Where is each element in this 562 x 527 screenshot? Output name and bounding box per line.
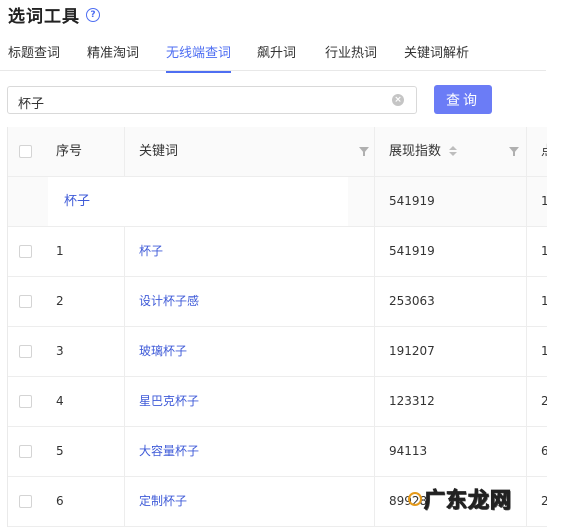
row-impressions: 541919 [374, 227, 526, 276]
tab-industry-hot[interactable]: 行业热词 [325, 42, 377, 61]
table-header-row: 序号 关键词 展现指数 点 [8, 127, 547, 177]
row-keyword-cell: 大容量杯子 [124, 427, 374, 476]
row-keyword-link[interactable]: 星巴克杯子 [139, 394, 199, 408]
row-checkbox-cell [8, 377, 48, 426]
filter-icon[interactable] [509, 147, 519, 156]
row-keyword-cell: 定制杯子 [124, 477, 374, 526]
row-checkbox[interactable] [19, 345, 32, 358]
watermark: 广东龙网 [424, 488, 512, 513]
row-checkbox-cell [8, 427, 48, 476]
summary-impressions: 541919 [374, 177, 526, 226]
search-input[interactable]: 杯子 × [7, 86, 417, 114]
row-impressions: 123312 [374, 377, 526, 426]
table-row: 1 杯子 541919 1 [8, 227, 547, 277]
tab-keyword-analysis[interactable]: 关键词解析 [404, 42, 469, 61]
row-index: 1 [56, 244, 64, 258]
row-checkbox[interactable] [19, 495, 32, 508]
tab-mobile-lookup[interactable]: 无线端查词 [166, 42, 232, 73]
row-keyword-cell: 玻璃杯子 [124, 327, 374, 376]
row-keyword-link[interactable]: 大容量杯子 [139, 444, 199, 458]
column-header-next: 点 [526, 127, 547, 176]
summary-keyword[interactable]: 杯子 [48, 177, 348, 226]
row-next: 1 [526, 327, 547, 376]
table-row: 2 设计杯子感 253063 1 [8, 277, 547, 327]
row-checkbox[interactable] [19, 445, 32, 458]
row-next: 1 [526, 277, 547, 326]
row-next: 2 [526, 377, 547, 426]
column-header-impressions-label: 展现指数 [389, 144, 442, 159]
row-checkbox-cell [8, 327, 48, 376]
row-next: 1 [526, 227, 547, 276]
row-impressions: 191207 [374, 327, 526, 376]
summary-row: 杯子 541919 1 [8, 177, 547, 227]
row-keyword-link[interactable]: 定制杯子 [139, 494, 187, 508]
row-checkbox-cell [8, 227, 48, 276]
table-row: 5 大容量杯子 94113 6 [8, 427, 547, 477]
search-input-value: 杯子 [18, 97, 45, 112]
table-row: 4 星巴克杯子 123312 2 [8, 377, 547, 427]
row-index: 6 [56, 494, 64, 508]
summary-next: 1 [526, 177, 547, 226]
header-checkbox-cell [8, 127, 48, 176]
row-index: 2 [56, 294, 64, 308]
row-keyword-link[interactable]: 杯子 [139, 244, 163, 258]
filter-icon[interactable] [359, 147, 369, 156]
row-impressions: 253063 [374, 277, 526, 326]
row-next: 6 [526, 427, 547, 476]
row-keyword-link[interactable]: 设计杯子感 [139, 294, 199, 308]
row-keyword-cell: 设计杯子感 [124, 277, 374, 326]
clear-circle-icon[interactable]: × [392, 94, 404, 106]
row-checkbox[interactable] [19, 295, 32, 308]
question-circle-icon[interactable]: ? [86, 7, 100, 22]
row-keyword-cell: 星巴克杯子 [124, 377, 374, 426]
column-header-keyword: 关键词 [124, 127, 374, 176]
column-header-keyword-label: 关键词 [139, 144, 179, 159]
row-checkbox-cell [8, 477, 48, 526]
row-checkbox[interactable] [19, 395, 32, 408]
page-title: 选词工具 [8, 7, 80, 27]
row-checkbox-cell [8, 277, 48, 326]
tab-rising-words[interactable]: 飙升词 [257, 42, 296, 61]
watermark-logo-icon [408, 492, 422, 506]
row-keyword-link[interactable]: 玻璃杯子 [139, 344, 187, 358]
tab-precise-search[interactable]: 精准淘词 [87, 42, 139, 61]
row-keyword-cell: 杯子 [124, 227, 374, 276]
row-index: 3 [56, 344, 64, 358]
tab-title-lookup[interactable]: 标题查词 [8, 42, 60, 61]
row-index: 4 [56, 394, 64, 408]
column-header-impressions[interactable]: 展现指数 [374, 127, 526, 176]
keyword-table: 序号 关键词 展现指数 点 杯子 541919 1 1 杯子 541919 1 … [7, 127, 547, 527]
select-all-checkbox[interactable] [19, 145, 32, 158]
row-index: 5 [56, 444, 64, 458]
row-next: 2 [526, 477, 547, 526]
row-checkbox[interactable] [19, 245, 32, 258]
query-button[interactable]: 查询 [434, 85, 492, 114]
title-row: 选词工具 ? [8, 2, 100, 27]
column-header-index: 序号 [56, 144, 83, 159]
tab-bar: 标题查词 精准淘词 无线端查词 飙升词 行业热词 关键词解析 [0, 38, 546, 73]
table-row: 3 玻璃杯子 191207 1 [8, 327, 547, 377]
sort-icon[interactable] [449, 146, 457, 158]
row-impressions: 94113 [374, 427, 526, 476]
